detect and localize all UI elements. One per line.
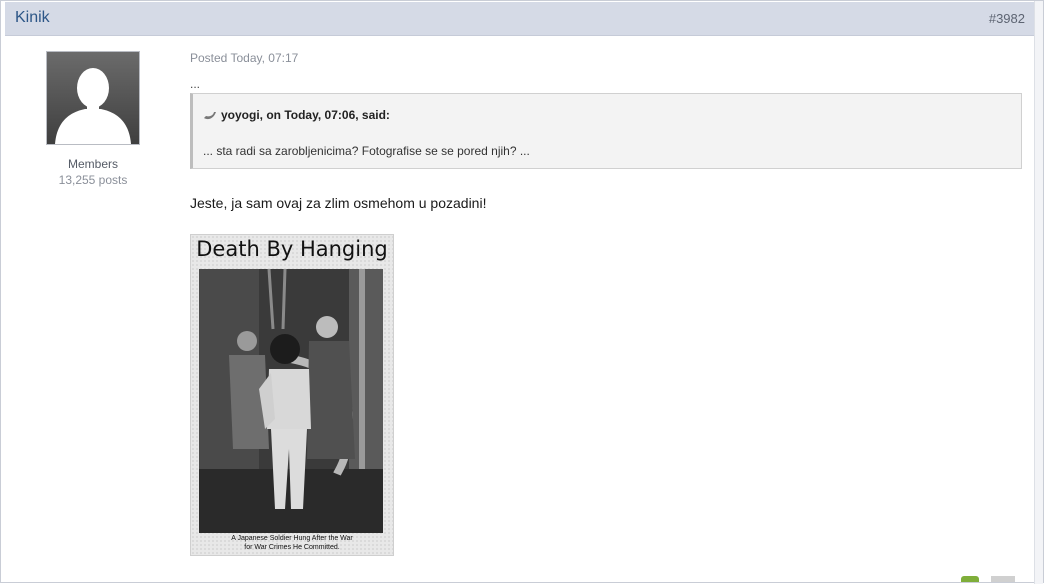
quote-block: yoyogi, on Today, 07:06, said: ... sta r… [190, 93, 1022, 169]
post-count: 13,255 posts [58, 173, 128, 187]
poster-caption-line-1: A Japanese Soldier Hung After the War [231, 535, 353, 542]
post-header: Kinik #3982 [5, 2, 1035, 36]
post-bottom-controls [961, 574, 1017, 582]
quote-arrow-icon[interactable] [203, 109, 217, 121]
scrollbar-edge[interactable] [1034, 1, 1043, 584]
reputation-count-badge [991, 576, 1015, 582]
reputation-up-button[interactable] [961, 576, 979, 582]
poster-caption: A Japanese Soldier Hung After the War fo… [191, 534, 393, 552]
avatar[interactable] [46, 51, 140, 145]
default-avatar-silhouette-icon [55, 68, 131, 144]
quote-citation: yoyogi, on Today, 07:06, said: [203, 108, 390, 122]
post-body: Posted Today, 07:17 ... yoyogi, on Today… [190, 51, 1026, 556]
poster-caption-line-2: for War Crimes He Committed. [244, 544, 340, 551]
post-date: Posted Today, 07:17 [190, 51, 299, 65]
post-number-link[interactable]: #3982 [989, 11, 1025, 26]
quote-citation-text: yoyogi, on Today, 07:06, said: [221, 108, 390, 122]
post-message: Jeste, ja sam ovaj za zlim osmehom u poz… [190, 195, 487, 211]
author-info: Members 13,255 posts [31, 49, 155, 187]
member-group: Members [67, 157, 118, 171]
poster-title: Death By Hanging [196, 237, 388, 261]
post-container: Kinik #3982 Members 13,255 posts Posted … [0, 0, 1044, 584]
quote-text: ... sta radi sa zarobljenicima? Fotograf… [203, 144, 530, 158]
author-name-link[interactable]: Kinik [15, 9, 50, 27]
poster-photo [199, 269, 383, 533]
post-image[interactable]: Death By Hanging A Japanese Soldier Hung… [190, 234, 394, 556]
post-ellipsis: ... [190, 77, 201, 91]
